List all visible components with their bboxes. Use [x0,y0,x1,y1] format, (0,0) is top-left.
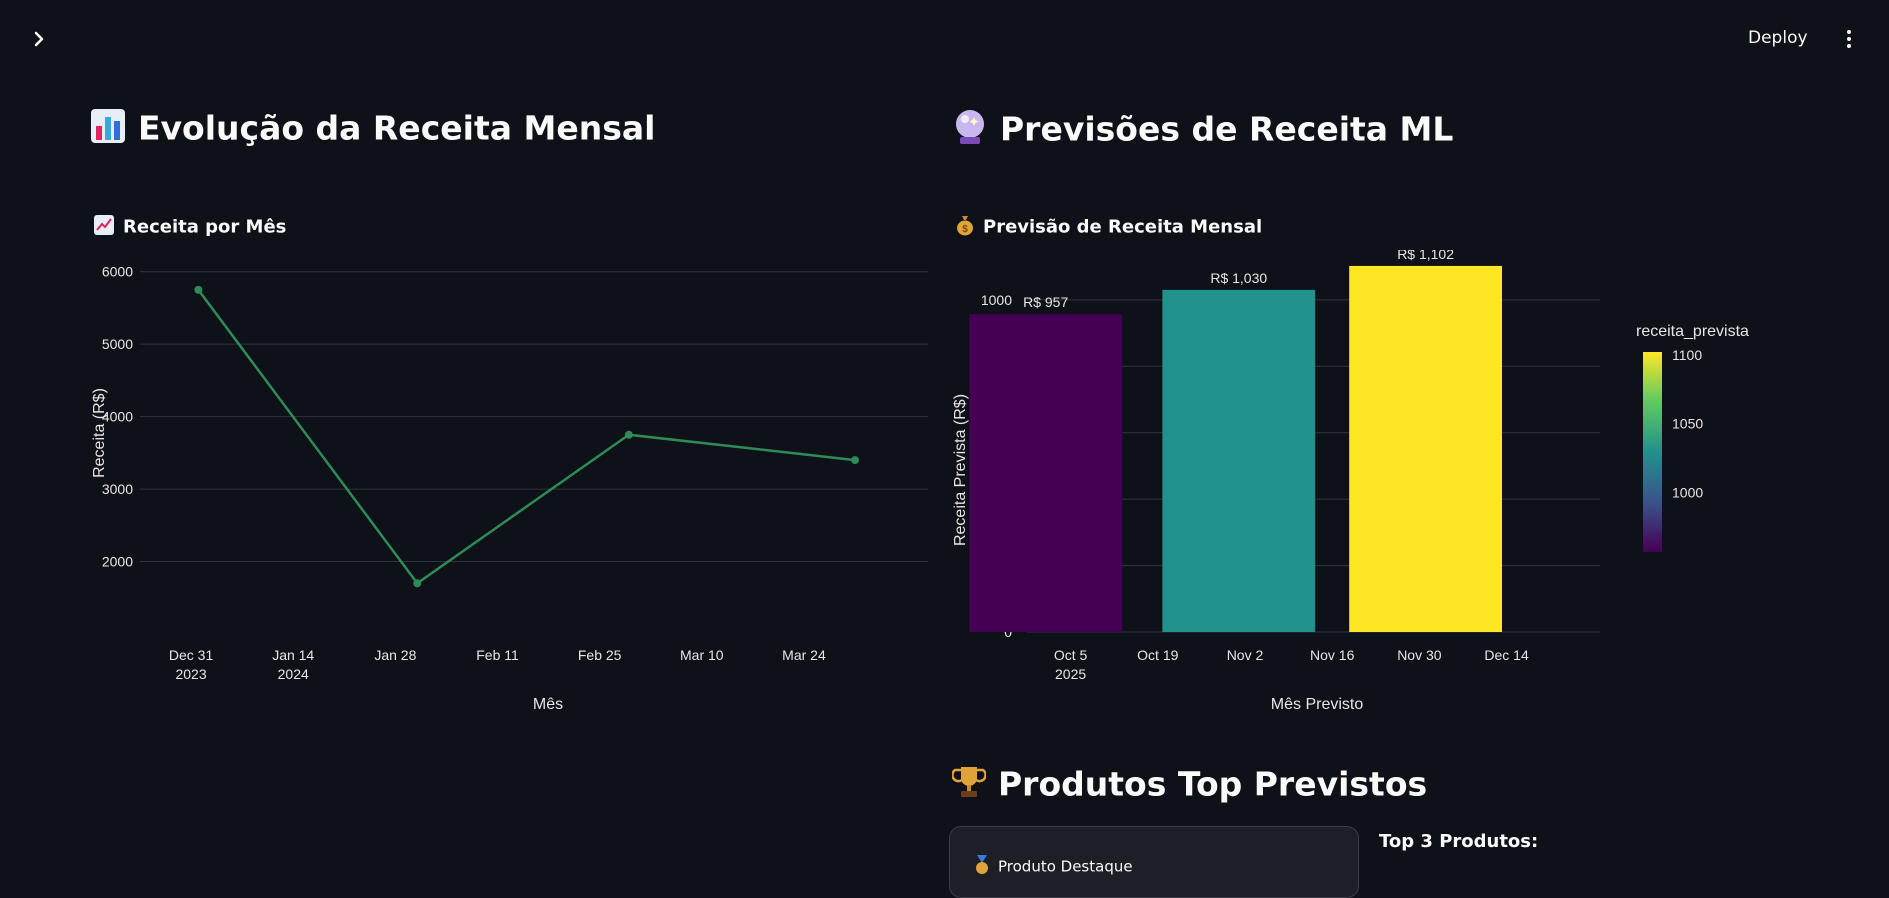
medal-icon [974,855,990,879]
page-title-right: Previsões de Receita ML [1000,109,1454,149]
right-chart-subtitle: Previsão de Receita Mensal [983,216,1263,238]
forecast-bar[interactable] [1349,265,1503,632]
x-tick-label: Feb 11 [476,647,519,663]
chevron-right-icon [34,31,44,47]
sidebar-toggle-button[interactable] [28,28,50,50]
trophy-icon [951,764,987,808]
x-tick-label: Nov 2 [1227,647,1264,663]
data-point[interactable] [413,579,422,588]
data-point[interactable] [624,430,633,439]
bar-chart-icon [90,108,126,152]
x-tick-label: Dec 14 [1484,647,1529,663]
x-tick-label: Mar 24 [782,647,826,663]
data-point[interactable] [194,285,203,294]
deploy-button[interactable]: Deploy [1748,28,1808,48]
x-axis-label: Mês Previsto [1271,696,1364,713]
x-tick-year-label: 2023 [175,666,206,682]
x-tick-label: Jan 14 [272,647,314,663]
x-tick-label: Feb 25 [578,647,622,663]
forecast-bar[interactable] [969,314,1123,632]
colorbar: receita_prevista 1000 1050 1100 [1636,323,1749,552]
bar-value-label: R$ 1,030 [1210,270,1267,286]
data-point[interactable] [851,456,860,465]
y-axis-label: Receita (R$) [91,388,108,478]
colorbar-tick-label: 1000 [1672,485,1703,501]
colorbar-title: receita_prevista [1636,323,1749,340]
money-bag-icon: $ [955,214,975,241]
x-tick-year-label: 2024 [278,666,309,682]
main-menu-button[interactable] [1840,28,1858,50]
y-tick-label: 6000 [102,264,133,280]
svg-text:$: $ [962,224,968,235]
forecast-bar[interactable] [1162,289,1316,632]
right-section-heading: Previsões de Receita ML [952,108,1453,154]
x-tick-year-label: 2025 [1055,666,1086,682]
trending-up-icon [93,214,115,241]
left-chart-subtitle: Receita por Mês [123,216,287,238]
x-tick-label: Oct 5 [1054,647,1088,663]
y-tick-label: 3000 [102,481,133,497]
x-tick-label: Jan 28 [374,647,416,663]
x-axis-label: Mês [533,696,563,713]
y-tick-label: 1000 [981,292,1012,308]
highlight-product-label-row: Produto Destaque [974,855,1133,879]
colorbar-tick-label: 1100 [1672,347,1702,363]
y-axis-label: Receita Prevista (R$) [952,394,969,546]
y-tick-label: 5000 [102,336,133,352]
page-title-left: Evolução da Receita Mensal [138,108,656,148]
bar-value-label: R$ 1,102 [1397,250,1454,262]
bar-value-label: R$ 957 [1023,294,1068,310]
revenue-series-line [197,289,856,585]
top3-label: Top 3 Produtos: [1379,831,1539,852]
x-tick-label: Mar 10 [680,647,724,663]
right-chart-heading: $ Previsão de Receita Mensal [955,214,1262,241]
x-tick-label: Oct 19 [1137,647,1178,663]
products-title: Produtos Top Previstos [998,764,1428,804]
left-section-heading: Evolução da Receita Mensal [90,108,655,152]
crystal-ball-icon [952,108,988,154]
vertical-dots-icon [1840,30,1858,48]
x-tick-label: Dec 31 [169,647,214,663]
x-tick-label: Nov 16 [1310,647,1355,663]
forecast-bar-chart: 02004006008001000 R$ 957R$ 1,030R$ 1,102… [952,250,1749,713]
colorbar-tick-label: 1050 [1672,416,1703,432]
products-heading: Produtos Top Previstos [951,764,1428,808]
revenue-line-chart: 20003000400050006000 Dec 312023Jan 14202… [91,264,928,713]
left-chart-heading: Receita por Mês [93,214,286,241]
y-tick-label: 2000 [102,554,133,570]
x-tick-label: Nov 30 [1397,647,1442,663]
